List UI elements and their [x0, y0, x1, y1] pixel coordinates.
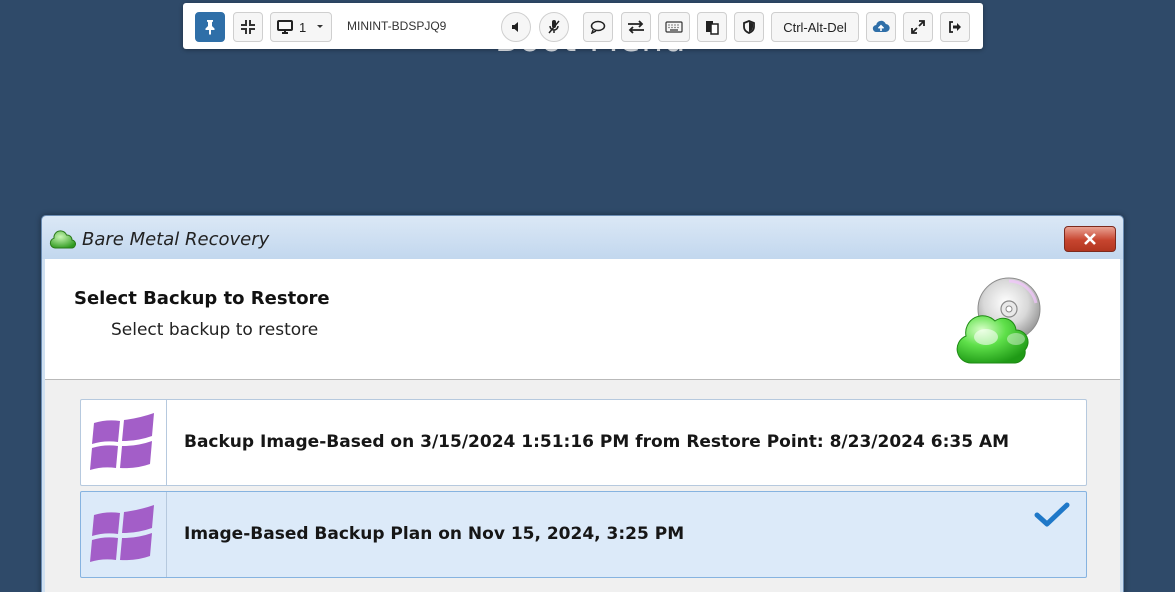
monitor-select[interactable]: 1 [270, 12, 332, 42]
header-subtitle: Select backup to restore [111, 320, 319, 340]
speaker-button[interactable] [501, 12, 531, 42]
speaker-icon [512, 22, 518, 32]
monitor-number: 1 [299, 19, 307, 35]
keyboard-button[interactable] [658, 12, 690, 42]
microphone-button[interactable] [539, 12, 569, 42]
compress-icon [241, 20, 255, 34]
swap-icon [628, 20, 644, 34]
clipboard-button[interactable] [697, 12, 727, 42]
close-button[interactable] [1064, 226, 1116, 252]
exit-icon [949, 21, 961, 33]
exit-button[interactable] [940, 12, 970, 42]
chat-icon [590, 20, 606, 34]
cloud-app-icon [49, 230, 76, 249]
ctrl-alt-del-button[interactable]: Ctrl-Alt-Del [771, 12, 859, 42]
close-icon [1084, 233, 1096, 245]
backup-item-1[interactable]: Backup Image-Based on 3/15/2024 1:51:16 … [80, 399, 1087, 486]
mic-muted-icon [548, 20, 560, 34]
dialog-titlebar: Bare Metal Recovery [42, 216, 1123, 259]
fullscreen-button[interactable] [903, 12, 933, 42]
backup-item-icon-area [81, 492, 167, 577]
upload-button[interactable] [866, 12, 896, 42]
backup-item-2[interactable]: Image-Based Backup Plan on Nov 15, 2024,… [80, 491, 1087, 578]
disc-cloud-icon [956, 277, 1041, 364]
monitor-icon [277, 20, 293, 34]
backup-item-icon-area [81, 400, 167, 485]
pin-icon [205, 20, 215, 35]
chat-button[interactable] [583, 12, 613, 42]
pin-button[interactable] [195, 12, 225, 42]
checkmark-icon [1034, 502, 1070, 527]
windows-logo-icon [89, 504, 154, 562]
remote-toolbar: 1 MININT-BDSPJQ9 Ctrl-Alt-Del [183, 3, 983, 49]
dialog-title: Bare Metal Recovery [82, 229, 270, 250]
header-title: Select Backup to Restore [74, 288, 330, 309]
machine-name: MININT-BDSPJQ9 [347, 19, 447, 33]
compress-button[interactable] [233, 12, 263, 42]
bare-metal-recovery-dialog: Bare Metal Recovery Select Backup to Res… [41, 215, 1124, 592]
chevron-down-icon [317, 25, 324, 28]
expand-icon [911, 20, 925, 34]
swap-button[interactable] [621, 12, 651, 42]
backup-item-label: Image-Based Backup Plan on Nov 15, 2024,… [184, 524, 685, 544]
dialog-header: Select Backup to Restore Select backup t… [45, 259, 1120, 380]
shield-button[interactable] [734, 12, 764, 42]
dialog-client-area: Select Backup to Restore Select backup t… [45, 259, 1120, 592]
clipboard-icon [706, 21, 719, 35]
upload-cloud-icon [872, 20, 890, 33]
shield-icon [743, 20, 755, 34]
backup-item-label: Backup Image-Based on 3/15/2024 1:51:16 … [184, 432, 1010, 452]
windows-logo-icon [89, 412, 154, 470]
keyboard-icon [665, 21, 683, 33]
